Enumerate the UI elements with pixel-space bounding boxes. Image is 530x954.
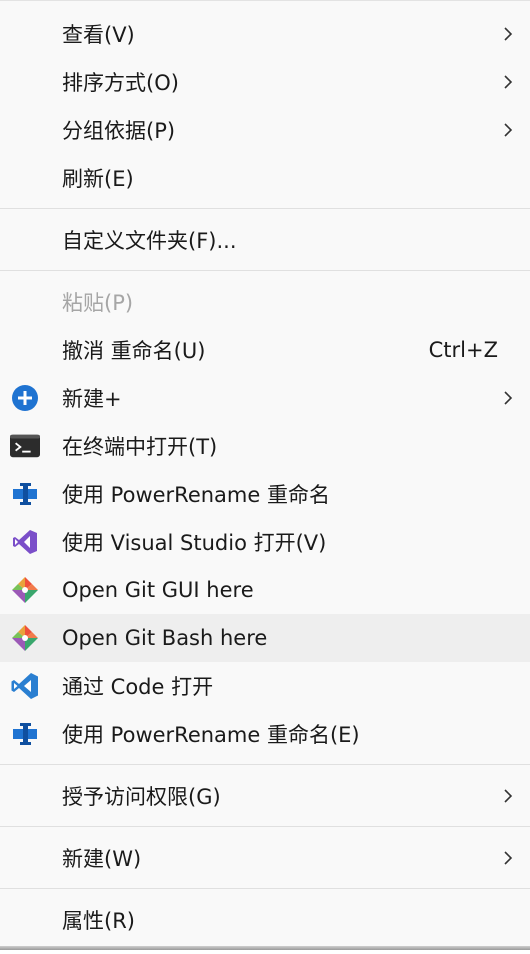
menu-item-label: 刷新(E) (62, 167, 134, 191)
git-icon (10, 623, 40, 653)
menu-item-refresh[interactable]: 刷新(E) (0, 154, 530, 202)
menu-item-new[interactable]: 新建(W) (0, 834, 530, 882)
menu-bottom-edge (0, 946, 530, 950)
menu-item-label: Open Git GUI here (62, 578, 254, 602)
menu-item-powerrename[interactable]: 使用 PowerRename 重命名 (0, 470, 530, 518)
menu-item-sort-by[interactable]: 排序方式(O) (0, 58, 530, 106)
menu-item-view[interactable]: 查看(V) (0, 10, 530, 58)
git-icon (10, 575, 40, 605)
menu-item-label: 自定义文件夹(F)... (62, 229, 237, 253)
menu-item-label: 查看(V) (62, 23, 135, 47)
chevron-right-icon (504, 391, 513, 405)
menu-item-label: 使用 Visual Studio 打开(V) (62, 531, 327, 555)
chevron-right-icon (504, 789, 513, 803)
chevron-right-icon (504, 851, 513, 865)
menu-item-group-by[interactable]: 分组依据(P) (0, 106, 530, 154)
menu-item-label: 新建+ (62, 387, 122, 411)
menu-item-label: 使用 PowerRename 重命名(E) (62, 723, 360, 747)
menu-item-label: Open Git Bash here (62, 626, 268, 650)
menu-item-give-access[interactable]: 授予访问权限(G) (0, 772, 530, 820)
menu-item-label: 通过 Code 打开 (62, 675, 214, 699)
menu-separator (0, 764, 530, 765)
terminal-icon (10, 431, 40, 461)
chevron-right-icon (504, 123, 513, 137)
menu-item-label: 分组依据(P) (62, 119, 176, 143)
menu-item-undo-rename[interactable]: 撤消 重命名(U) Ctrl+Z (0, 326, 530, 374)
menu-item-paste: 粘贴(P) (0, 278, 530, 326)
powerrename-icon (10, 479, 40, 509)
menu-item-label: 粘贴(P) (62, 291, 134, 315)
menu-item-label: 在终端中打开(T) (62, 435, 218, 459)
menu-separator (0, 270, 530, 271)
powerrename-icon (10, 719, 40, 749)
menu-item-open-with-code[interactable]: 通过 Code 打开 (0, 662, 530, 710)
menu-item-label: 属性(R) (62, 909, 135, 933)
menu-item-git-bash[interactable]: Open Git Bash here (0, 614, 530, 662)
menu-item-label: 授予访问权限(G) (62, 785, 221, 809)
chevron-right-icon (504, 75, 513, 89)
menu-item-properties[interactable]: 属性(R) (0, 896, 530, 944)
menu-item-open-visual-studio[interactable]: 使用 Visual Studio 打开(V) (0, 518, 530, 566)
menu-item-new-plus[interactable]: 新建+ (0, 374, 530, 422)
menu-item-label: 撤消 重命名(U) (62, 339, 206, 363)
menu-separator (0, 888, 530, 889)
context-menu: 查看(V) 排序方式(O) 分组依据(P) 刷新(E) 自定义文件夹(F)...… (0, 0, 530, 950)
menu-item-open-terminal[interactable]: 在终端中打开(T) (0, 422, 530, 470)
chevron-right-icon (504, 27, 513, 41)
menu-separator (0, 208, 530, 209)
menu-item-label: 排序方式(O) (62, 71, 179, 95)
vscode-icon (10, 671, 40, 701)
menu-item-customize-folder[interactable]: 自定义文件夹(F)... (0, 216, 530, 264)
visual-studio-icon (10, 527, 40, 557)
shortcut-label: Ctrl+Z (428, 338, 498, 362)
menu-item-powerrename-e[interactable]: 使用 PowerRename 重命名(E) (0, 710, 530, 758)
menu-item-label: 新建(W) (62, 847, 142, 871)
menu-separator (0, 826, 530, 827)
plus-circle-icon (10, 383, 40, 413)
menu-item-git-gui[interactable]: Open Git GUI here (0, 566, 530, 614)
menu-item-label: 使用 PowerRename 重命名 (62, 483, 330, 507)
